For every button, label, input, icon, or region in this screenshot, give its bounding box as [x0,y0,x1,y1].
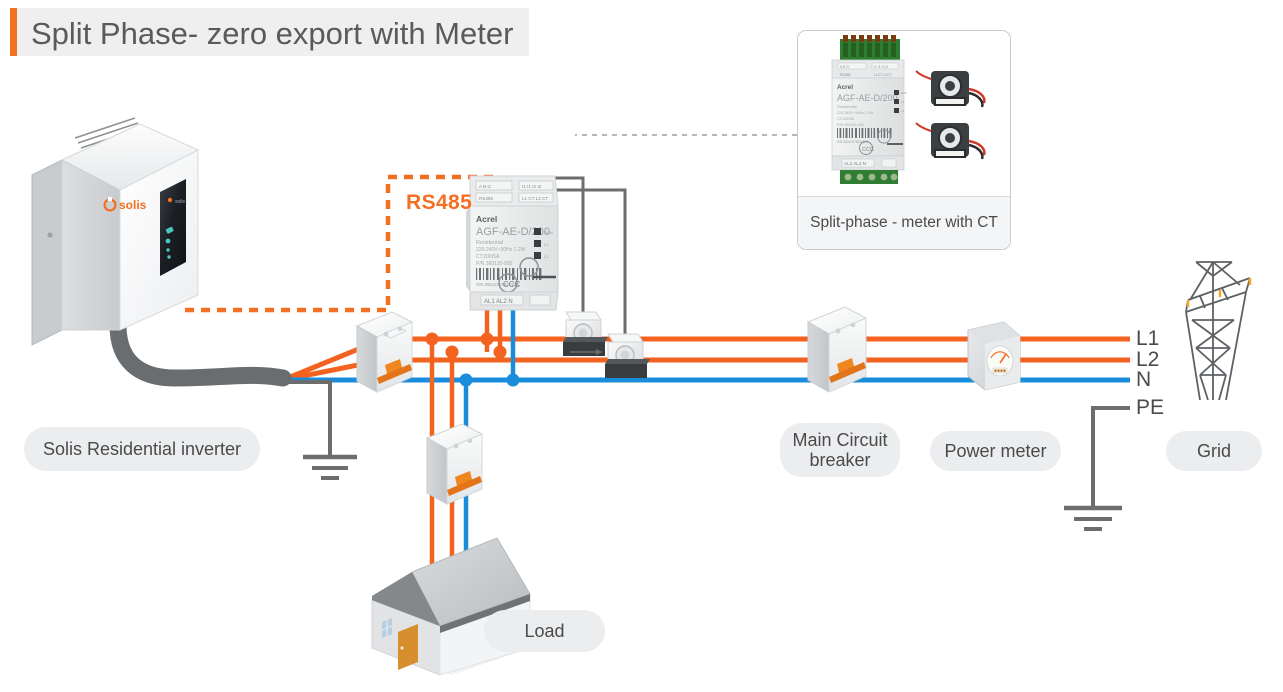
svg-text:Acrel: Acrel [837,84,853,91]
svg-text:RUN: RUN [901,91,907,95]
line-PE-grid [1091,406,1128,507]
svg-text:AGF-AE-D/200: AGF-AE-D/200 [837,93,898,103]
svg-text:220-240V~50Hz 1.2W: 220-240V~50Hz 1.2W [837,111,874,115]
breaker-inverter [355,311,414,393]
inset-caption: Split-phase - meter with CT [798,196,1010,249]
breaker-load [425,423,484,505]
label-grid: Grid [1166,431,1262,471]
junction-dot [480,332,494,346]
label-power-meter: Power meter [930,431,1061,471]
svg-text:I1 I1 I2 I2: I1 I1 I2 I2 [522,184,542,189]
svg-text:solis: solis [119,198,147,212]
svg-text:Acrel: Acrel [476,214,497,224]
diagram-canvas: Split Phase- zero export with Meter soli… [0,0,1283,692]
inverter-ac-cable [109,316,292,387]
inset-meter-illustration: A B G RS485 I1 I1 I2 I2 L1CT L2CT Acrel … [831,35,986,184]
svg-text:L1: L1 [544,242,549,247]
svg-text:L2: L2 [544,254,549,259]
main-circuit-breaker [806,306,868,393]
svg-text:Residential: Residential [476,240,503,246]
inset-ct-1 [915,70,986,108]
rs485-label: RS485 [406,191,473,214]
svg-text:I1 I1 I2 I2: I1 I1 I2 I2 [874,65,888,69]
svg-text:A B G: A B G [840,65,849,69]
svg-text:AL1 AL2 N: AL1 AL2 N [484,299,513,305]
svg-text:CT:200/5A: CT:200/5A [837,117,855,121]
house-load [371,537,531,676]
svg-text:P/N 360120-000: P/N 360120-000 [476,261,513,267]
power-meter-device [967,321,1021,391]
ground-symbol-inverter [303,454,357,480]
svg-text:L1 CT L2 CT: L1 CT L2 CT [522,196,548,201]
solis-inverter: solis solis [31,117,200,346]
junction-dot [493,345,507,359]
svg-text:L1: L1 [901,100,905,104]
main-breaker-line-2: breaker [809,450,871,470]
acrel-meter: Acrel AGF-AE-D/200 Residential 220-240V~… [466,175,559,311]
svg-text:solis: solis [175,199,186,205]
svg-text:Residential: Residential [837,104,857,109]
wiring-diagram-svg: solis solis Acrel AGF-AE-D/200 Residenti… [31,117,1252,676]
main-breaker-line-1: Main Circuit [792,429,888,450]
svg-text:P/N 360120-000: P/N 360120-000 [837,123,864,127]
junction-dot [445,345,459,359]
junction-dot [506,373,520,387]
svg-text:RS485: RS485 [479,196,493,201]
label-solis-inverter: Solis Residential inverter [24,427,260,471]
ground-symbol-grid [1064,505,1122,531]
svg-text:CT:200/5A: CT:200/5A [476,254,500,260]
svg-text:CCC: CCC [503,280,521,289]
label-load: Load [484,610,605,652]
svg-text:220-240V~50Hz 1.2W: 220-240V~50Hz 1.2W [476,247,526,253]
inset-ct-2 [915,122,986,160]
junction-dot [459,373,473,387]
label-main-circuit-breaker: Main Circuit breaker [780,423,900,477]
legend-line-stubs [1108,336,1130,410]
svg-text:L1CT L2CT: L1CT L2CT [874,73,891,77]
legend-label-n: N [1136,368,1152,391]
ct-clamp-L1 [563,311,608,356]
svg-text:A B G: A B G [479,184,491,189]
line-PE-inverter [283,380,332,455]
svg-text:AL1 AL2 N: AL1 AL2 N [844,161,866,166]
svg-text:RUN: RUN [544,230,553,235]
svg-text:RS485: RS485 [840,73,850,77]
grid-tower [1185,261,1252,401]
svg-text:CCC: CCC [862,147,874,153]
legend-label-pe: PE [1136,396,1165,419]
junction-dot [425,332,439,346]
inset-image: A B G RS485 I1 I1 I2 I2 L1CT L2CT Acrel … [798,31,1010,196]
inset-panel-meter-with-ct: A B G RS485 I1 I1 I2 I2 L1CT L2CT Acrel … [797,30,1011,250]
svg-text:L2: L2 [901,109,905,113]
